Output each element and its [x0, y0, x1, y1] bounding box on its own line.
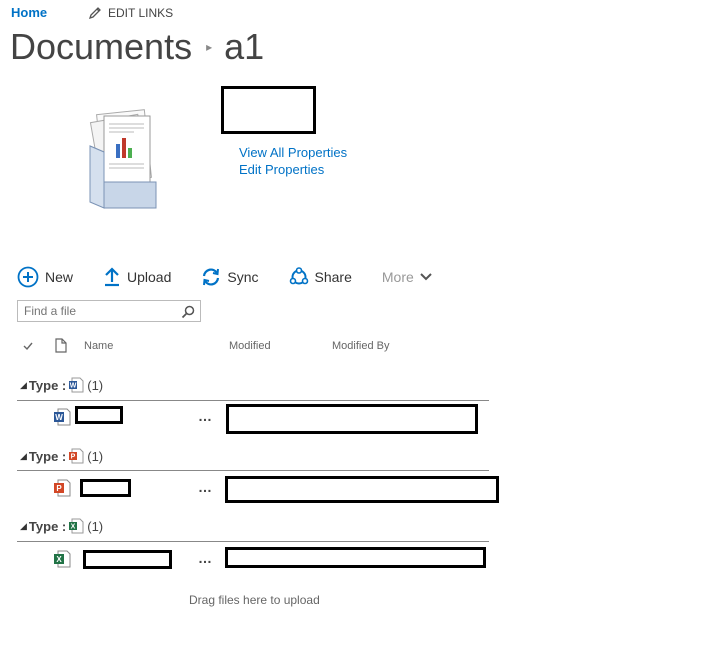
column-header-name[interactable]: Name — [84, 340, 113, 352]
svg-text:W: W — [55, 413, 63, 422]
group-divider — [17, 541, 489, 542]
svg-text:P: P — [71, 454, 76, 461]
document-folder-icon — [89, 109, 157, 209]
group-header-powerpoint[interactable]: ◢ Type : P (1) — [20, 448, 103, 464]
select-all-checkmark-icon[interactable] — [22, 340, 34, 352]
redacted-folder-name — [221, 86, 316, 134]
properties-links: View All Properties Edit Properties — [239, 144, 347, 178]
document-type-icon[interactable] — [55, 338, 67, 353]
group-divider — [17, 470, 489, 471]
svg-text:P: P — [56, 484, 62, 493]
share-icon — [289, 267, 308, 285]
home-link[interactable]: Home — [11, 5, 47, 20]
more-label: More — [381, 269, 414, 285]
page-title: Documents ▸ a1 — [10, 26, 264, 68]
more-button[interactable]: More — [382, 269, 432, 285]
sync-icon — [203, 268, 220, 286]
row-menu-ellipsis-icon[interactable]: … — [198, 479, 213, 495]
command-toolbar: New Upload Sync Share More — [17, 266, 432, 288]
group-label: Type : — [28, 518, 67, 534]
redacted-file-name[interactable] — [75, 406, 123, 424]
collapse-triangle-icon: ◢ — [20, 450, 27, 461]
excel-file-icon[interactable]: X — [53, 550, 71, 568]
edit-properties-link[interactable]: Edit Properties — [239, 161, 347, 178]
share-label: Share — [314, 269, 352, 285]
share-button[interactable]: Share — [289, 267, 352, 287]
group-label: Type : — [28, 377, 67, 393]
redacted-modified-info — [225, 476, 499, 503]
edit-links-label: EDIT LINKS — [108, 6, 174, 20]
library-title-link[interactable]: Documents — [10, 26, 192, 68]
upload-button[interactable]: Upload — [103, 267, 171, 287]
upload-label: Upload — [127, 269, 172, 285]
row-menu-ellipsis-icon[interactable]: … — [198, 408, 213, 424]
pencil-icon — [88, 7, 101, 20]
row-menu-ellipsis-icon[interactable]: … — [198, 550, 213, 566]
find-file-input[interactable] — [18, 304, 180, 318]
redacted-file-name[interactable] — [83, 550, 172, 569]
group-label: Type : — [28, 448, 67, 464]
column-header-modified[interactable]: Modified — [229, 340, 271, 352]
svg-text:X: X — [56, 555, 62, 564]
breadcrumb-separator-icon: ▸ — [206, 40, 213, 54]
group-count: (1) — [87, 377, 104, 393]
sync-button[interactable]: Sync — [201, 267, 259, 287]
powerpoint-file-icon: P — [69, 448, 84, 464]
powerpoint-file-icon[interactable]: P — [53, 479, 71, 497]
group-count: (1) — [87, 518, 104, 534]
word-file-icon[interactable]: W — [53, 408, 71, 426]
redacted-modified-info — [225, 547, 486, 568]
excel-file-icon: X — [69, 518, 84, 534]
svg-text:W: W — [70, 383, 77, 390]
new-button[interactable]: New — [17, 266, 73, 288]
chevron-down-icon — [420, 273, 432, 281]
group-header-word[interactable]: ◢ Type : W (1) — [20, 377, 103, 393]
edit-links-button[interactable]: EDIT LINKS — [88, 6, 173, 20]
column-header-modified-by[interactable]: Modified By — [332, 340, 389, 352]
group-count: (1) — [87, 448, 104, 464]
word-file-icon: W — [69, 377, 84, 393]
plus-circle-icon — [17, 266, 39, 288]
group-divider — [17, 400, 489, 401]
collapse-triangle-icon: ◢ — [20, 520, 27, 531]
sync-label: Sync — [227, 269, 259, 285]
find-file-search — [17, 300, 201, 322]
search-icon[interactable] — [181, 305, 195, 319]
upload-icon — [105, 267, 120, 287]
collapse-triangle-icon: ◢ — [20, 379, 27, 390]
group-header-excel[interactable]: ◢ Type : X (1) — [20, 518, 103, 534]
drag-drop-hint[interactable]: Drag files here to upload — [189, 593, 320, 607]
new-label: New — [45, 269, 74, 285]
svg-text:X: X — [71, 524, 76, 531]
folder-title: a1 — [224, 26, 265, 67]
view-all-properties-link[interactable]: View All Properties — [239, 144, 347, 161]
redacted-file-name[interactable] — [80, 479, 131, 497]
redacted-modified-info — [226, 404, 478, 434]
